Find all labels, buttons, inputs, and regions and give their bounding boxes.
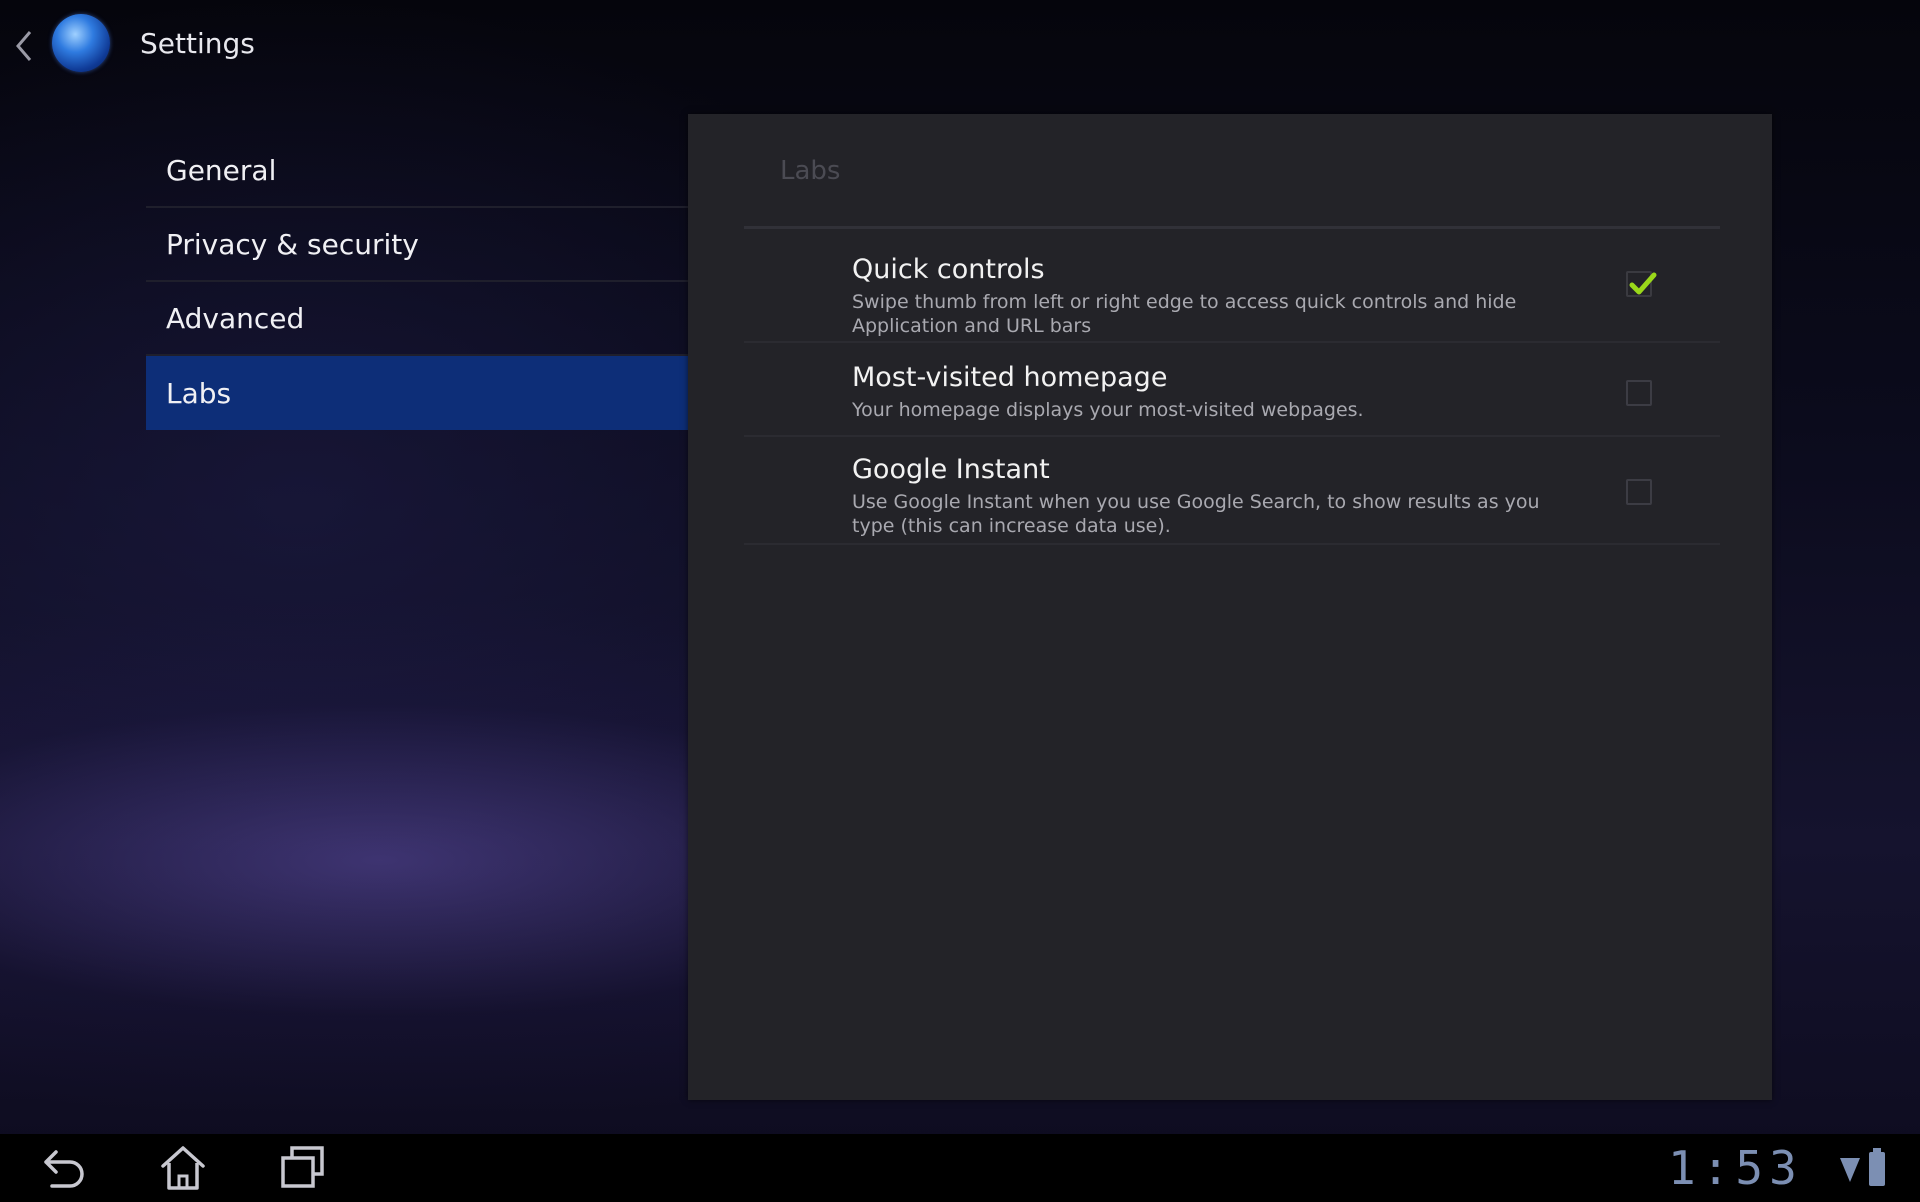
category-list: General Privacy & security Advanced Labs: [146, 134, 692, 430]
pref-title: Quick controls: [852, 254, 1045, 285]
preference-list: Quick controls Swipe thumb from left or …: [744, 229, 1720, 545]
action-bar: Settings: [0, 0, 1920, 92]
screen: Settings General Privacy & security Adva…: [0, 0, 1920, 1202]
pref-title: Most-visited homepage: [852, 362, 1168, 393]
pane-header: Labs: [780, 156, 841, 186]
category-advanced[interactable]: Advanced: [146, 282, 692, 356]
category-general[interactable]: General: [146, 134, 692, 208]
back-icon[interactable]: [38, 1144, 88, 1192]
quick-controls-checkbox[interactable]: [1626, 271, 1657, 297]
category-label: General: [166, 153, 277, 187]
system-bar: 1:53: [0, 1134, 1920, 1202]
battery-icon: [1869, 1148, 1886, 1186]
browser-globe-icon[interactable]: [52, 14, 110, 72]
category-label: Privacy & security: [166, 227, 419, 261]
category-privacy-security[interactable]: Privacy & security: [146, 208, 692, 282]
pref-summary: Your homepage displays your most-visited…: [852, 399, 1364, 421]
signal-icon: [1840, 1158, 1860, 1182]
app-title: Settings: [140, 27, 255, 60]
pref-quick-controls[interactable]: Quick controls Swipe thumb from left or …: [744, 229, 1720, 343]
pref-most-visited-homepage[interactable]: Most-visited homepage Your homepage disp…: [744, 343, 1720, 437]
clock: 1:53: [1668, 1141, 1803, 1195]
most-visited-homepage-checkbox[interactable]: [1626, 380, 1652, 406]
pref-title: Google Instant: [852, 454, 1050, 485]
status-icons: [1838, 1148, 1887, 1192]
category-label: Labs: [166, 376, 232, 410]
chevron-left-icon[interactable]: [10, 26, 36, 66]
category-label: Advanced: [166, 301, 305, 335]
recent-apps-icon[interactable]: [278, 1144, 328, 1192]
category-labs[interactable]: Labs: [146, 356, 692, 430]
pref-summary: Swipe thumb from left or right edge to a…: [852, 291, 1517, 337]
pref-summary: Use Google Instant when you use Google S…: [852, 491, 1540, 537]
home-icon[interactable]: [158, 1144, 208, 1192]
pref-google-instant[interactable]: Google Instant Use Google Instant when y…: [744, 437, 1720, 545]
google-instant-checkbox[interactable]: [1626, 479, 1652, 505]
preferences-pane: Labs Quick controls Swipe thumb from lef…: [688, 114, 1772, 1100]
checkmark-icon: [1629, 272, 1657, 295]
